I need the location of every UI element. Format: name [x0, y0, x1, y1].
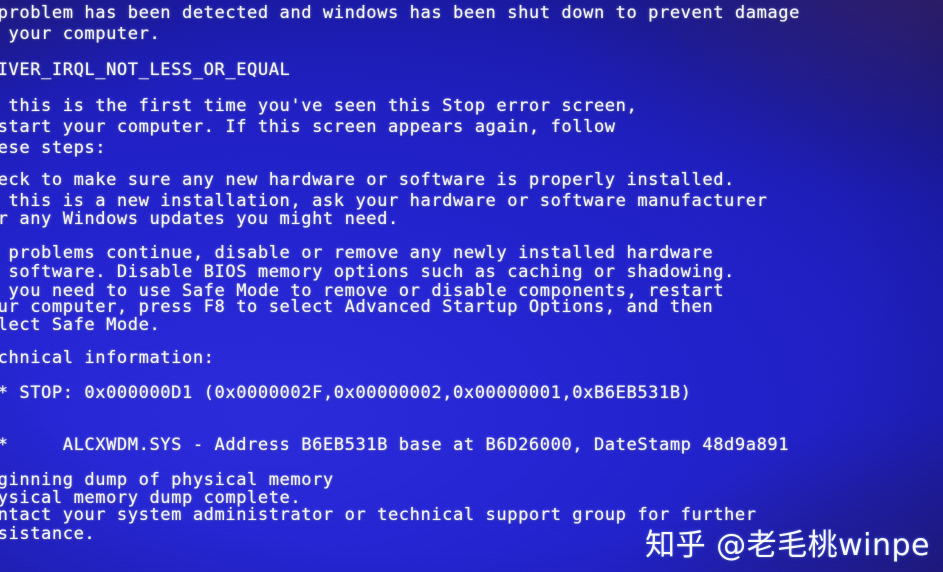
troubleshoot-line-5: select Safe Mode.	[0, 315, 161, 335]
stop-code-line: *** STOP: 0x000000D1 (0x0000002F,0x00000…	[0, 383, 692, 403]
first-time-line-3: these steps:	[0, 138, 107, 158]
first-time-line-1: If this is the first time you've seen th…	[0, 96, 638, 116]
bsod-screen: A problem has been detected and windows …	[0, 0, 943, 572]
driver-address-line: *** ALCXWDM.SYS - Address B6EB531B base …	[0, 435, 790, 455]
check-hardware-line-1: Check to make sure any new hardware or s…	[0, 170, 735, 190]
intro-line-2: to your computer.	[8, 24, 161, 44]
dump-line-4: assistance.	[0, 524, 96, 544]
first-time-line-2: restart your computer. If this screen ap…	[0, 117, 616, 137]
dump-line-3: Contact your system administrator or tec…	[0, 505, 757, 525]
error-code: DRIVER_IRQL_NOT_LESS_OR_EQUAL	[0, 60, 291, 80]
check-hardware-line-3: for any Windows updates you might need.	[0, 209, 399, 229]
bsod-text-body: A problem has been detected and windows …	[0, 0, 943, 572]
technical-information-heading: Technical information:	[0, 348, 215, 368]
intro-line-1: A problem has been detected and windows …	[0, 3, 800, 23]
